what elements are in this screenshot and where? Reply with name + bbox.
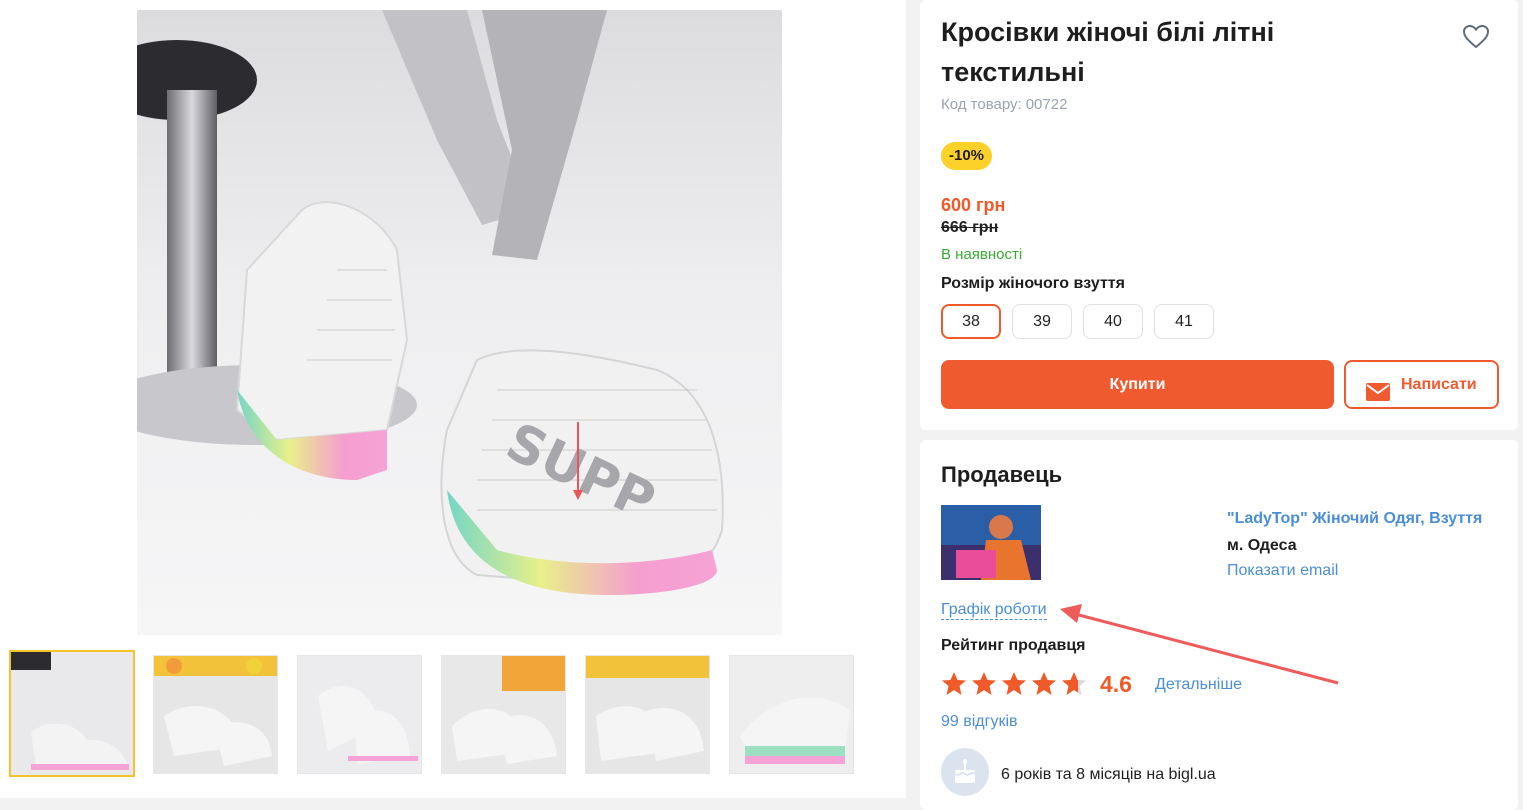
size-option-39[interactable]: 39: [1012, 304, 1072, 339]
seller-name-link[interactable]: "LadyTop" Жіночий Одяг, Взуття: [1227, 510, 1482, 528]
main-product-image[interactable]: SUPP: [137, 10, 782, 635]
thumbnail-2[interactable]: [153, 655, 278, 774]
old-price: 666 грн: [941, 219, 999, 236]
current-price: 600 грн: [941, 195, 1006, 215]
product-info-card: Кросівки жіночі білі літні текстильні Ко…: [920, 0, 1518, 430]
write-button-label: Написати: [1401, 376, 1477, 393]
thumbnail-3[interactable]: [297, 655, 422, 774]
size-option-38[interactable]: 38: [941, 304, 1001, 339]
seller-heading: Продавець: [941, 462, 1063, 487]
thumbnail-4[interactable]: [441, 655, 566, 774]
show-email-link[interactable]: Показати email: [1227, 562, 1338, 580]
product-gallery: SUPP: [0, 0, 906, 798]
write-button[interactable]: Написати: [1344, 360, 1499, 409]
seller-card: Продавець "LadyTop" Жіночий Одяг, Взуття…: [920, 440, 1518, 810]
thumbnail-6[interactable]: [729, 655, 854, 774]
size-label: Розмір жіночого взуття: [941, 275, 1125, 292]
heart-icon[interactable]: [1462, 24, 1490, 50]
rating-label: Рейтинг продавця: [941, 637, 1086, 654]
star-icon: [1002, 672, 1026, 695]
reviews-link[interactable]: 99 відгуків: [941, 713, 1018, 731]
sku-label: Код товару:: [941, 96, 1022, 113]
star-half-icon: [1062, 672, 1086, 695]
availability-status: В наявності: [941, 246, 1023, 263]
mail-icon: [1365, 375, 1391, 401]
cake-icon: [941, 748, 989, 796]
star-icon: [972, 672, 996, 695]
discount-badge: -10%: [941, 142, 993, 170]
sku-value: 00722: [1025, 96, 1068, 113]
seller-avatar[interactable]: [941, 505, 1041, 580]
product-title: Кросівки жіночі білі літні текстильні: [941, 17, 1275, 87]
product-sku: Код товару: 00722: [941, 96, 1067, 113]
seller-city: м. Одеса: [1227, 537, 1297, 554]
schedule-link[interactable]: Графік роботи: [941, 601, 1047, 620]
star-icon: [1032, 672, 1056, 695]
star-icon: [942, 672, 966, 695]
buy-button[interactable]: Купити: [941, 360, 1334, 409]
seller-tenure: 6 років та 8 місяців на bigl.ua: [1001, 766, 1216, 783]
thumbnail-1[interactable]: [9, 650, 135, 777]
rating-details-link[interactable]: Детальніше: [1155, 676, 1242, 694]
size-option-40[interactable]: 40: [1083, 304, 1143, 339]
thumbnail-5[interactable]: [585, 655, 710, 774]
rating-value: 4.6: [1100, 671, 1132, 697]
size-option-41[interactable]: 41: [1154, 304, 1214, 339]
